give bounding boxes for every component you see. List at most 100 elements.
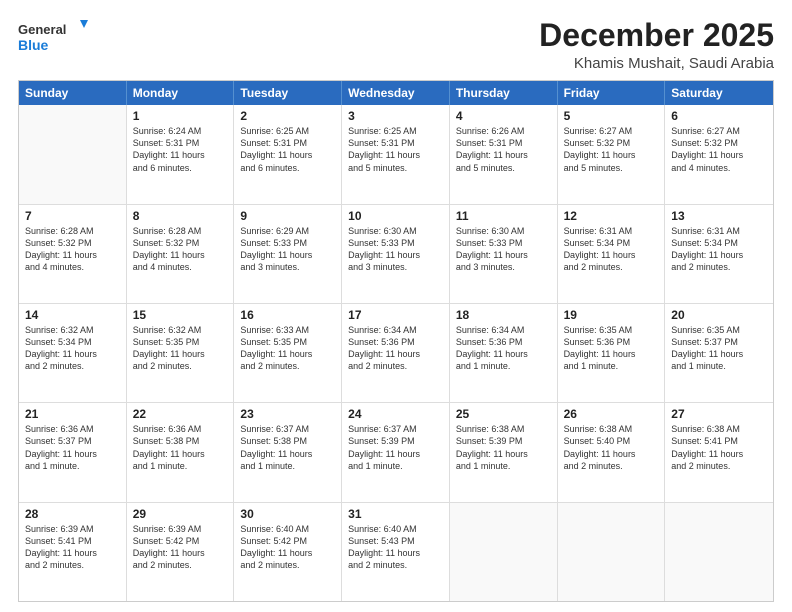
- day-number-23: 23: [240, 407, 335, 421]
- calendar-cell-2-6: 20 Sunrise: 6:35 AM Sunset: 5:37 PM Dayli…: [665, 304, 773, 402]
- day-number-25: 25: [456, 407, 551, 421]
- day-number-6: 6: [671, 109, 767, 123]
- day-info-3: Sunrise: 6:25 AM Sunset: 5:31 PM Dayligh…: [348, 125, 443, 174]
- day-info-22: Sunrise: 6:36 AM Sunset: 5:38 PM Dayligh…: [133, 423, 228, 472]
- day-info-31: Sunrise: 6:40 AM Sunset: 5:43 PM Dayligh…: [348, 523, 443, 572]
- calendar-row-2: 14Sunrise: 6:32 AM Sunset: 5:34 PM Dayli…: [19, 304, 773, 403]
- calendar-cell-2-1: 15 Sunrise: 6:32 AM Sunset: 5:35 PM Dayli…: [127, 304, 235, 402]
- calendar-cell-3-1: 22Sunrise: 6:36 AM Sunset: 5:38 PM Dayli…: [127, 403, 235, 501]
- day-info-20: Sunrise: 6:35 AM Sunset: 5:37 PM Dayligh…: [671, 324, 767, 373]
- day-number-26: 26: [564, 407, 659, 421]
- day-info-25: Sunrise: 6:38 AM Sunset: 5:39 PM Dayligh…: [456, 423, 551, 472]
- calendar-cell-2-4: 18 Sunrise: 6:34 AM Sunset: 5:36 PM Dayli…: [450, 304, 558, 402]
- calendar-row-1: 7Sunrise: 6:28 AM Sunset: 5:32 PM Daylig…: [19, 205, 773, 304]
- day-number-8: 8: [133, 209, 228, 223]
- day-number-12: 12: [564, 209, 659, 223]
- location: Khamis Mushait, Saudi Arabia: [539, 55, 774, 72]
- calendar-cell-0-1: 1Sunrise: 6:24 AM Sunset: 5:31 PM Daylig…: [127, 105, 235, 203]
- calendar-cell-3-4: 25 Sunrise: 6:38 AM Sunset: 5:39 PM Dayli…: [450, 403, 558, 501]
- day-info-15: Sunrise: 6:32 AM Sunset: 5:35 PM Dayligh…: [133, 324, 228, 373]
- calendar-cell-0-3: 3 Sunrise: 6:25 AM Sunset: 5:31 PM Daylig…: [342, 105, 450, 203]
- day-info-18: Sunrise: 6:34 AM Sunset: 5:36 PM Dayligh…: [456, 324, 551, 373]
- day-number-2: 2: [240, 109, 335, 123]
- day-number-17: 17: [348, 308, 443, 322]
- header-saturday: Saturday: [665, 81, 773, 105]
- calendar-cell-3-3: 24Sunrise: 6:37 AM Sunset: 5:39 PM Dayli…: [342, 403, 450, 501]
- day-number-13: 13: [671, 209, 767, 223]
- calendar-cell-1-0: 7Sunrise: 6:28 AM Sunset: 5:32 PM Daylig…: [19, 205, 127, 303]
- day-info-17: Sunrise: 6:34 AM Sunset: 5:36 PM Dayligh…: [348, 324, 443, 373]
- calendar-cell-1-2: 9 Sunrise: 6:29 AM Sunset: 5:33 PM Daylig…: [234, 205, 342, 303]
- title-block: December 2025 Khamis Mushait, Saudi Arab…: [539, 18, 774, 72]
- month-title: December 2025: [539, 18, 774, 53]
- day-info-29: Sunrise: 6:39 AM Sunset: 5:42 PM Dayligh…: [133, 523, 228, 572]
- day-info-30: Sunrise: 6:40 AM Sunset: 5:42 PM Dayligh…: [240, 523, 335, 572]
- day-number-15: 15: [133, 308, 228, 322]
- calendar-cell-2-2: 16 Sunrise: 6:33 AM Sunset: 5:35 PM Dayli…: [234, 304, 342, 402]
- day-number-20: 20: [671, 308, 767, 322]
- day-info-6: Sunrise: 6:27 AM Sunset: 5:32 PM Dayligh…: [671, 125, 767, 174]
- day-number-4: 4: [456, 109, 551, 123]
- day-number-14: 14: [25, 308, 120, 322]
- calendar-cell-4-3: 31Sunrise: 6:40 AM Sunset: 5:43 PM Dayli…: [342, 503, 450, 601]
- day-number-18: 18: [456, 308, 551, 322]
- day-number-1: 1: [133, 109, 228, 123]
- header-wednesday: Wednesday: [342, 81, 450, 105]
- header: General Blue December 2025 Khamis Mushai…: [18, 18, 774, 72]
- header-thursday: Thursday: [450, 81, 558, 105]
- day-info-7: Sunrise: 6:28 AM Sunset: 5:32 PM Dayligh…: [25, 225, 120, 274]
- day-info-21: Sunrise: 6:36 AM Sunset: 5:37 PM Dayligh…: [25, 423, 120, 472]
- day-info-19: Sunrise: 6:35 AM Sunset: 5:36 PM Dayligh…: [564, 324, 659, 373]
- calendar-cell-1-4: 11Sunrise: 6:30 AM Sunset: 5:33 PM Dayli…: [450, 205, 558, 303]
- calendar-row-4: 28 Sunrise: 6:39 AM Sunset: 5:41 PM Dayli…: [19, 503, 773, 601]
- header-sunday: Sunday: [19, 81, 127, 105]
- header-tuesday: Tuesday: [234, 81, 342, 105]
- calendar-cell-3-6: 27 Sunrise: 6:38 AM Sunset: 5:41 PM Dayli…: [665, 403, 773, 501]
- calendar-cell-4-1: 29Sunrise: 6:39 AM Sunset: 5:42 PM Dayli…: [127, 503, 235, 601]
- calendar-cell-2-3: 17 Sunrise: 6:34 AM Sunset: 5:36 PM Dayli…: [342, 304, 450, 402]
- calendar-cell-3-0: 21 Sunrise: 6:36 AM Sunset: 5:37 PM Dayli…: [19, 403, 127, 501]
- day-info-10: Sunrise: 6:30 AM Sunset: 5:33 PM Dayligh…: [348, 225, 443, 274]
- day-info-24: Sunrise: 6:37 AM Sunset: 5:39 PM Dayligh…: [348, 423, 443, 472]
- calendar-cell-4-6: [665, 503, 773, 601]
- svg-text:Blue: Blue: [18, 37, 49, 53]
- calendar-cell-2-5: 19 Sunrise: 6:35 AM Sunset: 5:36 PM Dayli…: [558, 304, 666, 402]
- day-info-13: Sunrise: 6:31 AM Sunset: 5:34 PM Dayligh…: [671, 225, 767, 274]
- day-info-23: Sunrise: 6:37 AM Sunset: 5:38 PM Dayligh…: [240, 423, 335, 472]
- calendar: Sunday Monday Tuesday Wednesday Thursday…: [18, 80, 774, 602]
- calendar-cell-0-2: 2 Sunrise: 6:25 AM Sunset: 5:31 PM Daylig…: [234, 105, 342, 203]
- day-info-9: Sunrise: 6:29 AM Sunset: 5:33 PM Dayligh…: [240, 225, 335, 274]
- day-info-4: Sunrise: 6:26 AM Sunset: 5:31 PM Dayligh…: [456, 125, 551, 174]
- day-info-5: Sunrise: 6:27 AM Sunset: 5:32 PM Dayligh…: [564, 125, 659, 174]
- calendar-row-0: 1Sunrise: 6:24 AM Sunset: 5:31 PM Daylig…: [19, 105, 773, 204]
- calendar-cell-4-2: 30Sunrise: 6:40 AM Sunset: 5:42 PM Dayli…: [234, 503, 342, 601]
- calendar-cell-1-3: 10Sunrise: 6:30 AM Sunset: 5:33 PM Dayli…: [342, 205, 450, 303]
- day-info-28: Sunrise: 6:39 AM Sunset: 5:41 PM Dayligh…: [25, 523, 120, 572]
- day-number-27: 27: [671, 407, 767, 421]
- day-number-5: 5: [564, 109, 659, 123]
- calendar-cell-0-0: [19, 105, 127, 203]
- calendar-cell-4-0: 28 Sunrise: 6:39 AM Sunset: 5:41 PM Dayli…: [19, 503, 127, 601]
- calendar-cell-2-0: 14Sunrise: 6:32 AM Sunset: 5:34 PM Dayli…: [19, 304, 127, 402]
- calendar-cell-4-5: [558, 503, 666, 601]
- logo-svg: General Blue: [18, 18, 90, 56]
- calendar-cell-0-4: 4 Sunrise: 6:26 AM Sunset: 5:31 PM Daylig…: [450, 105, 558, 203]
- day-info-2: Sunrise: 6:25 AM Sunset: 5:31 PM Dayligh…: [240, 125, 335, 174]
- day-number-3: 3: [348, 109, 443, 123]
- day-info-26: Sunrise: 6:38 AM Sunset: 5:40 PM Dayligh…: [564, 423, 659, 472]
- day-info-16: Sunrise: 6:33 AM Sunset: 5:35 PM Dayligh…: [240, 324, 335, 373]
- calendar-cell-1-5: 12 Sunrise: 6:31 AM Sunset: 5:34 PM Dayli…: [558, 205, 666, 303]
- day-number-11: 11: [456, 209, 551, 223]
- svg-text:General: General: [18, 22, 66, 37]
- calendar-cell-3-5: 26 Sunrise: 6:38 AM Sunset: 5:40 PM Dayli…: [558, 403, 666, 501]
- day-number-19: 19: [564, 308, 659, 322]
- day-number-9: 9: [240, 209, 335, 223]
- day-number-16: 16: [240, 308, 335, 322]
- logo: General Blue: [18, 18, 90, 56]
- day-info-27: Sunrise: 6:38 AM Sunset: 5:41 PM Dayligh…: [671, 423, 767, 472]
- calendar-cell-3-2: 23 Sunrise: 6:37 AM Sunset: 5:38 PM Dayli…: [234, 403, 342, 501]
- day-number-28: 28: [25, 507, 120, 521]
- day-info-12: Sunrise: 6:31 AM Sunset: 5:34 PM Dayligh…: [564, 225, 659, 274]
- day-number-21: 21: [25, 407, 120, 421]
- calendar-row-3: 21 Sunrise: 6:36 AM Sunset: 5:37 PM Dayli…: [19, 403, 773, 502]
